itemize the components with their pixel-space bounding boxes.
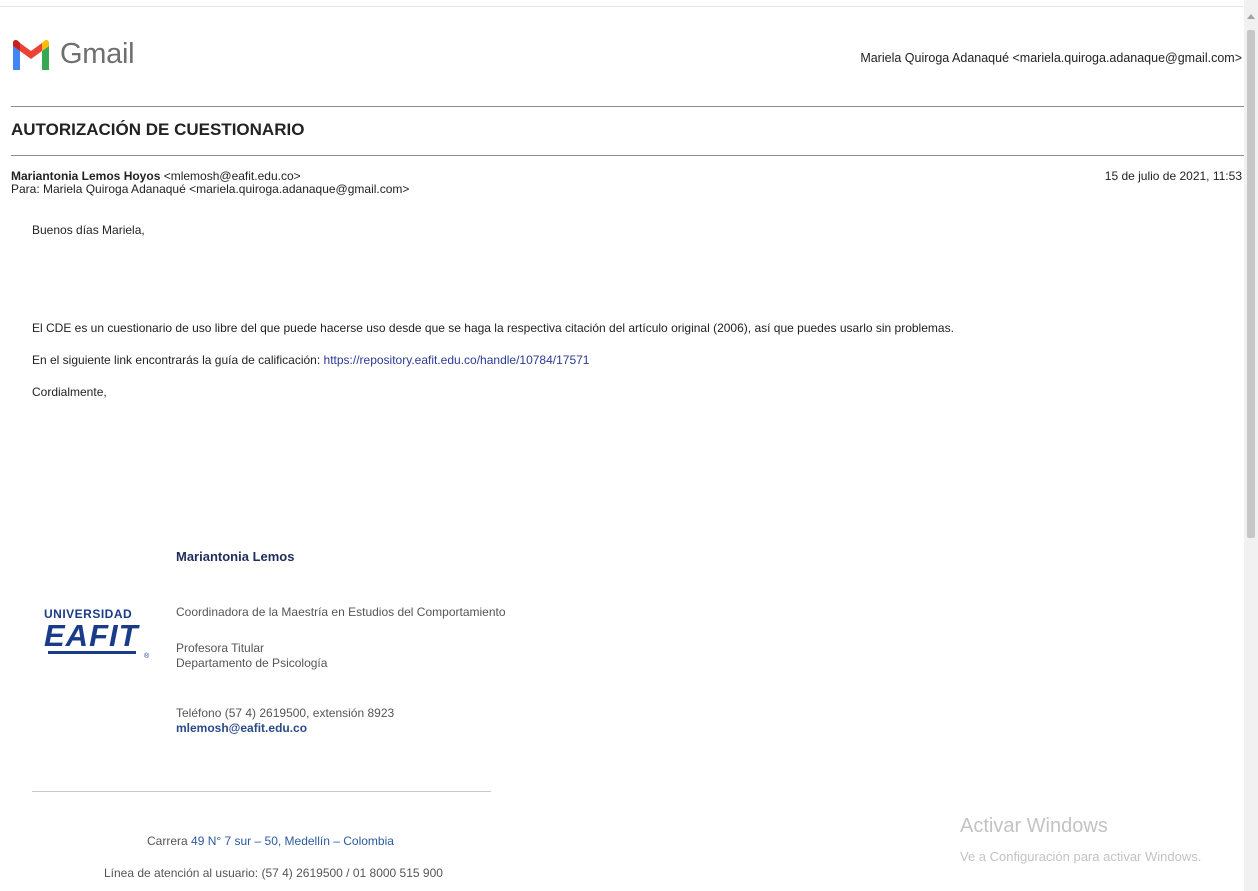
- body-paragraph-2: En el siguiente link encontrarás la guía…: [32, 353, 589, 367]
- sender-line: Mariantonia Lemos Hoyos <mlemosh@eafit.e…: [11, 169, 301, 183]
- footer-address-prefix: Carrera: [147, 834, 192, 848]
- signature-department: Departamento de Psicología: [176, 656, 328, 670]
- signature-email-link[interactable]: mlemosh@eafit.edu.co: [176, 721, 307, 735]
- closing: Cordialmente,: [32, 385, 107, 399]
- signature-phone: Teléfono (57 4) 2619500, extensión 8923: [176, 706, 395, 720]
- windows-activation-title: Activar Windows: [960, 815, 1108, 837]
- eafit-logo-registered: ®: [144, 653, 150, 660]
- body-paragraph-1: El CDE es un cuestionario de uso libre d…: [32, 321, 954, 335]
- sender-name: Mariantonia Lemos Hoyos: [11, 169, 161, 183]
- signature-role: Coordinadora de la Maestría en Estudios …: [176, 605, 506, 619]
- email-subject: AUTORIZACIÓN DE CUESTIONARIO: [11, 120, 305, 139]
- vertical-scrollbar[interactable]: [1244, 0, 1258, 891]
- scroll-up-arrow-icon[interactable]: [1247, 14, 1255, 19]
- footer-address-link[interactable]: 49 N° 7 sur – 50, Medellín – Colombia: [191, 834, 394, 848]
- gmail-logo[interactable]: Gmail: [11, 38, 135, 71]
- footer-divider: [32, 791, 491, 792]
- gmail-m-logo-icon: [13, 39, 49, 70]
- signature-title: Profesora Titular: [176, 641, 265, 655]
- gmail-wordmark: Gmail: [60, 38, 135, 70]
- recipient-line: Para: Mariela Quiroga Adanaqué <mariela.…: [11, 182, 410, 196]
- windows-activation-message: Ve a Configuración para activar Windows.: [960, 849, 1202, 864]
- account-address: Mariela Quiroga Adanaqué <mariela.quirog…: [860, 51, 1242, 65]
- greeting: Buenos días Mariela,: [32, 223, 145, 237]
- header-divider: [11, 106, 1244, 107]
- footer-hotline: Línea de atención al usuario: (57 4) 261…: [104, 866, 443, 880]
- eafit-logo: UNIVERSIDAD EAFIT ®: [44, 607, 156, 660]
- eafit-logo-main: EAFIT: [44, 618, 139, 653]
- scroll-thumb[interactable]: [1247, 30, 1255, 538]
- sender-address: <mlemosh@eafit.edu.co>: [160, 169, 301, 183]
- signature-name: Mariantonia Lemos: [176, 549, 295, 564]
- email-date: 15 de julio de 2021, 11:53: [1104, 169, 1242, 183]
- top-divider: [0, 6, 1243, 7]
- repository-link[interactable]: https://repository.eafit.edu.co/handle/1…: [324, 353, 590, 367]
- footer-address: Carrera 49 N° 7 sur – 50, Medellín – Col…: [147, 834, 394, 848]
- body-paragraph-2-text: En el siguiente link encontrarás la guía…: [32, 353, 324, 367]
- subject-divider: [11, 155, 1244, 156]
